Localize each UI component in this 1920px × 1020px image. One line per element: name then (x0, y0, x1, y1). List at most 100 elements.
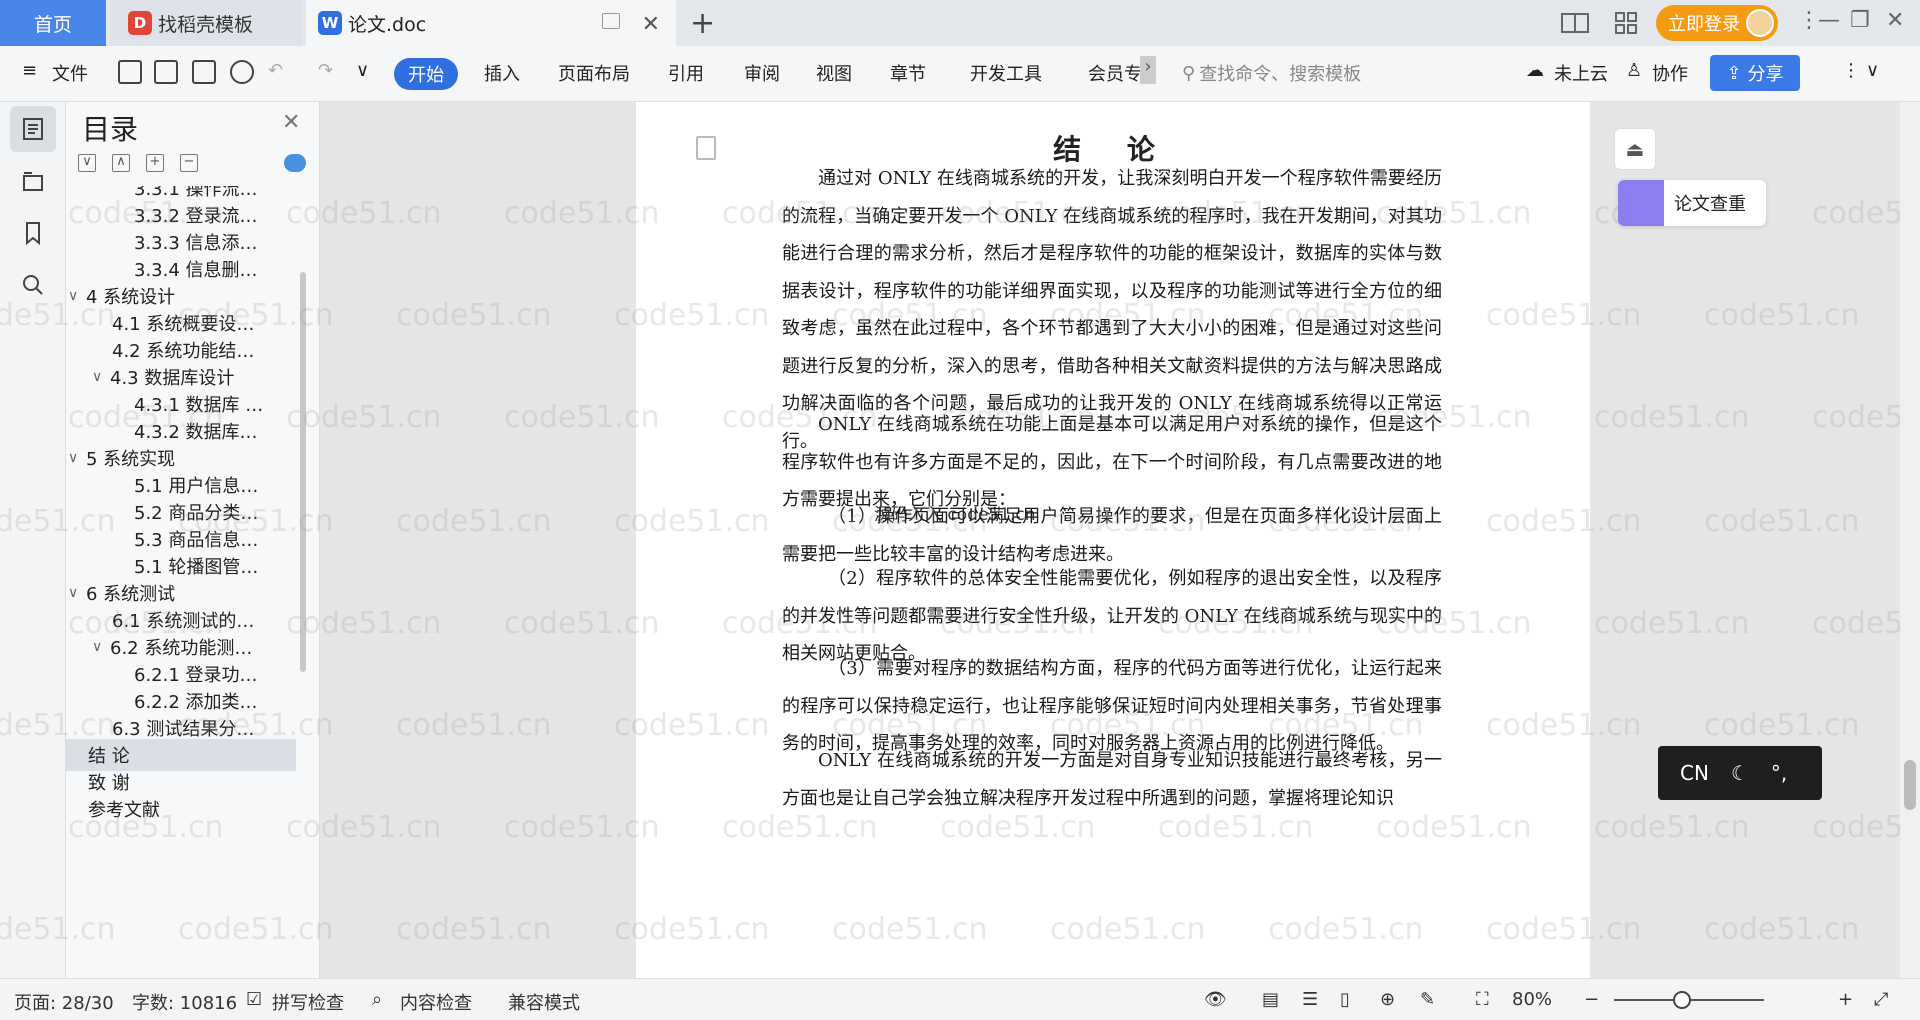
print-preview-icon[interactable] (230, 60, 254, 84)
docer-logo-icon: D (128, 11, 152, 35)
search-icon (23, 275, 43, 295)
toc-item-label: 5.1 用户信息… (134, 476, 259, 497)
nav-toc-button[interactable] (10, 106, 56, 152)
ime-toolbar[interactable]: CN ☾ °, (1658, 746, 1822, 800)
menu-icon[interactable]: ≡ (22, 60, 37, 81)
tab-close-icon[interactable]: ✕ (642, 12, 660, 37)
toc-item-label: 4.3 数据库设计 (110, 368, 235, 389)
expand-arrow-icon[interactable]: ∨ (68, 450, 86, 466)
restore-icon[interactable]: ❐ (1850, 8, 1870, 33)
zoom-slider-handle[interactable] (1672, 991, 1691, 1009)
side-panel-collapse-button[interactable]: ⏏ (1614, 128, 1656, 170)
left-nav (0, 102, 66, 978)
toc-item-label: 3.3.4 信息删… (134, 260, 258, 281)
zoom-level[interactable]: 80% (1512, 989, 1552, 1010)
punctuation-icon: °, (1770, 761, 1788, 785)
new-tab-button[interactable]: + (690, 6, 715, 41)
expand-arrow-icon[interactable]: ∨ (92, 369, 110, 385)
tab-view[interactable]: 视图 (816, 60, 852, 86)
remove-heading-icon[interactable]: − (180, 154, 198, 172)
tab-developer[interactable]: 开发工具 (970, 60, 1042, 86)
file-menu[interactable]: 文件 (52, 60, 88, 86)
expand-arrow-icon[interactable]: ∨ (68, 288, 86, 304)
fit-page-icon[interactable]: ⛶ (1476, 989, 1489, 1010)
tab-page-layout[interactable]: 页面布局 (558, 60, 630, 86)
web-view-icon[interactable]: ⊕ (1380, 989, 1395, 1010)
collapse-ribbon-icon[interactable]: ∨ (1866, 60, 1879, 81)
nav-chapter-button[interactable] (10, 158, 56, 204)
ribbon-scroll-right-icon[interactable]: › (1140, 56, 1156, 84)
toc-item-label: 参考文献 (88, 800, 160, 821)
tab-start[interactable]: 开始 (394, 58, 458, 90)
content-check-button[interactable]: 内容检查 (400, 989, 472, 1015)
outline-view-icon[interactable]: ☰ (1302, 989, 1318, 1010)
export-pdf-icon[interactable] (154, 60, 178, 84)
document-page[interactable]: 结 论 通过对 ONLY 在线商城系统的开发，让我深刻明白开发一个程序软件需要经… (636, 102, 1590, 978)
toc-item-label: 4.3.2 数据库… (134, 422, 258, 443)
more-vertical-icon[interactable]: ⋮ (1798, 8, 1820, 33)
expand-down-icon[interactable]: ∨ (78, 154, 96, 172)
cloud-status[interactable]: 未上云 (1554, 60, 1608, 86)
toc-icon (23, 118, 43, 140)
nav-bookmark-button[interactable] (10, 210, 56, 256)
eye-protection-icon[interactable]: 👁 (1204, 989, 1227, 1010)
save-icon[interactable] (118, 60, 142, 84)
avatar (1746, 9, 1774, 37)
write-view-icon[interactable]: ✎ (1420, 989, 1435, 1010)
print-icon[interactable] (192, 60, 216, 84)
vertical-scrollbar[interactable] (1900, 102, 1920, 978)
content-check-icon: ⌕ (372, 989, 383, 1010)
tab-review[interactable]: 审阅 (744, 60, 780, 86)
expand-arrow-icon[interactable]: ∨ (68, 585, 86, 601)
tab-start-label: 开始 (408, 65, 444, 86)
minimize-icon[interactable]: — (1818, 8, 1840, 33)
tab-template[interactable]: D 找稻壳模板 (110, 0, 302, 46)
expand-arrow-icon[interactable]: ∨ (92, 639, 110, 655)
quick-access-dropdown-icon[interactable]: ∨ (356, 60, 369, 81)
zoom-out-icon[interactable]: − (1584, 989, 1599, 1010)
share-icon: ⇪ (1726, 62, 1742, 84)
reading-layout-icon[interactable] (1560, 10, 1590, 36)
redo-icon[interactable]: ↷ (318, 60, 333, 81)
reading-view-icon[interactable]: ▯ (1340, 989, 1350, 1010)
toc-scrollbar[interactable] (300, 272, 306, 672)
collapse-up-icon[interactable]: ∧ (112, 154, 130, 172)
share-label: 分享 (1747, 64, 1784, 85)
eject-icon: ⏏ (1625, 137, 1645, 161)
tab-float-icon[interactable] (602, 13, 620, 29)
tab-home[interactable]: 首页 (0, 0, 106, 46)
toc-item-label: 6.1 系统测试的… (112, 611, 255, 632)
zoom-slider[interactable] (1614, 991, 1764, 1009)
scroll-thumb[interactable] (1904, 760, 1916, 810)
smart-toc-icon[interactable] (284, 154, 306, 172)
command-search[interactable]: ⚲ 查找命令、搜索模板 (1182, 60, 1361, 86)
plagiarism-check-button[interactable]: 论文查重 (1618, 180, 1766, 226)
tab-member[interactable]: 会员专 (1088, 60, 1142, 86)
add-heading-icon[interactable]: + (146, 154, 164, 172)
nav-search-button[interactable] (10, 262, 56, 308)
word-count[interactable]: 字数: 10816 (132, 989, 237, 1015)
page-view-icon[interactable]: ▤ (1262, 989, 1279, 1010)
toc-item-label: 5.3 商品信息… (134, 530, 259, 551)
toc-item[interactable]: 参考文献 (66, 793, 296, 825)
ime-language: CN (1680, 761, 1709, 785)
tab-insert[interactable]: 插入 (484, 60, 520, 86)
spellcheck-button[interactable]: 拼写检查 (272, 989, 344, 1015)
tab-references[interactable]: 引用 (668, 60, 704, 86)
tab-document[interactable]: W 论文.doc ✕ (306, 0, 676, 46)
zoom-in-icon[interactable]: + (1838, 989, 1853, 1010)
more-options-icon[interactable]: ⋮ (1842, 60, 1860, 81)
tab-chapter[interactable]: 章节 (890, 60, 926, 86)
apps-grid-icon[interactable] (1612, 10, 1642, 36)
cloud-icon: ☁ (1526, 60, 1544, 81)
close-window-icon[interactable]: ✕ (1886, 8, 1904, 33)
toc-item-label: 4 系统设计 (86, 287, 176, 308)
collab-icon: ♙ (1626, 60, 1643, 81)
page-indicator[interactable]: 页面: 28/30 (14, 989, 114, 1015)
login-button[interactable]: 立即登录 (1656, 5, 1778, 41)
fullscreen-icon[interactable]: ⤢ (1874, 989, 1888, 1010)
share-button[interactable]: ⇪ 分享 (1710, 55, 1800, 91)
undo-icon[interactable]: ↶ (268, 60, 283, 81)
toc-close-icon[interactable]: ✕ (282, 110, 300, 135)
collab-button[interactable]: 协作 (1652, 60, 1688, 86)
